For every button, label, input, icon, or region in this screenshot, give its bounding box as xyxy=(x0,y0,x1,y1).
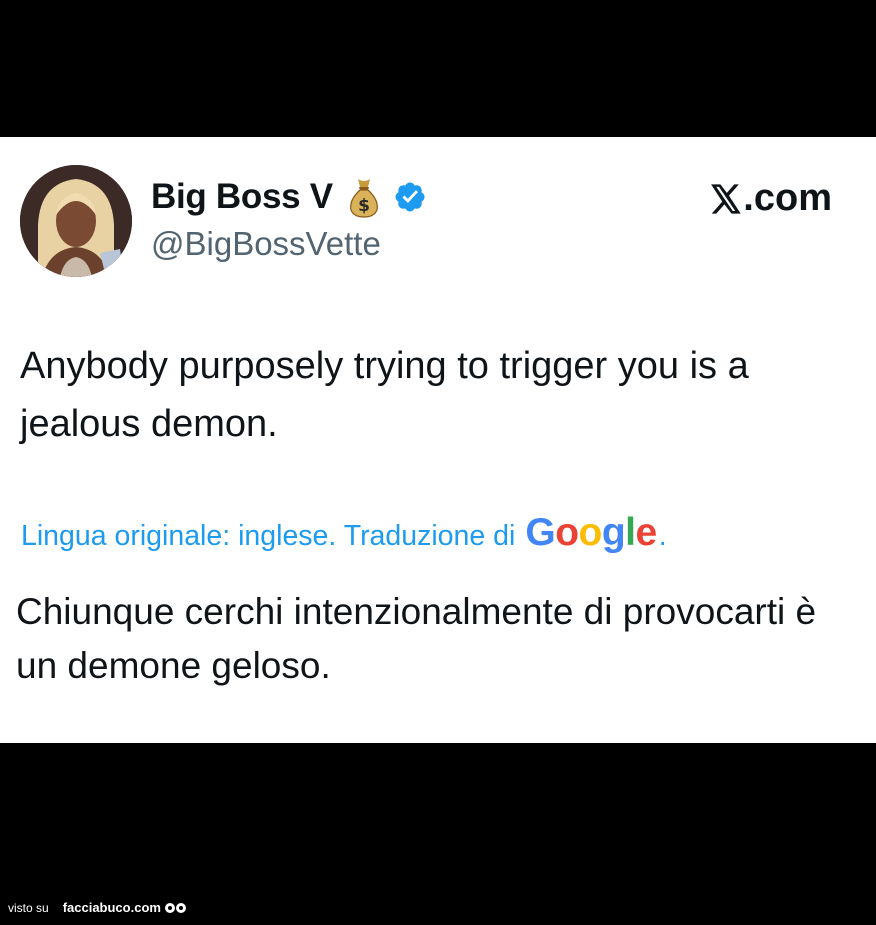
avatar[interactable] xyxy=(20,165,132,277)
svg-text:$: $ xyxy=(358,196,370,216)
avatar-image xyxy=(20,165,132,277)
x-com-text: .com xyxy=(743,177,832,219)
tweet-text: Anybody purposely trying to trigger you … xyxy=(20,345,749,445)
x-logo-icon xyxy=(711,183,741,214)
translation-note-period: . xyxy=(658,520,667,552)
watermark-prefix: visto su xyxy=(8,900,49,915)
display-name[interactable]: Big Boss V xyxy=(151,177,333,217)
x-com-logo: .com xyxy=(710,177,832,220)
verified-badge-icon xyxy=(395,182,425,212)
author-handle[interactable]: @BigBossVette xyxy=(151,225,381,263)
google-logo: Google xyxy=(525,511,657,554)
eyes-icon xyxy=(164,902,187,913)
tweet-card: Big Boss V $ @BigBossVette .com Anybody … xyxy=(0,137,876,743)
translation-note-text: Lingua originale: inglese. Traduzione di xyxy=(21,520,516,552)
translated-text: Chiunque cerchi intenzionalmente di prov… xyxy=(16,591,817,686)
money-bag-icon: $ xyxy=(349,179,378,218)
author-name-row: Big Boss V $ xyxy=(151,175,427,219)
translation-note[interactable]: Lingua originale: inglese. Traduzione di… xyxy=(21,511,667,555)
watermark-site[interactable]: facciabuco.com xyxy=(63,900,161,915)
watermark-footer: visto su facciabuco.com xyxy=(8,900,187,915)
